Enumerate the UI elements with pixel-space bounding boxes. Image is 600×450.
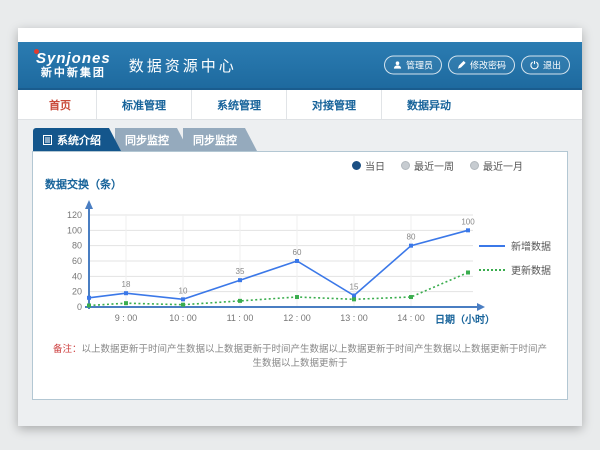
content-area: 系统介绍 同步监控 同步监控 当日 最近一周 最近一月 数据交换（条） 0 20 40 60 8… <box>18 120 582 426</box>
legend-line-sample <box>479 245 505 247</box>
logo-spark-icon <box>34 49 39 54</box>
change-password-button[interactable]: 修改密码 <box>448 56 515 75</box>
logout-button[interactable]: 退出 <box>521 56 570 75</box>
chart-legend: 新增数据更新数据 <box>479 238 551 277</box>
data-point <box>409 244 413 248</box>
time-range-option[interactable]: 当日 <box>352 158 385 173</box>
data-point <box>352 294 356 298</box>
y-tick-label: 20 <box>72 287 82 297</box>
tab[interactable]: 系统介绍 <box>33 128 121 151</box>
data-point <box>466 271 470 275</box>
main-nav: 首页标准管理系统管理对接管理数据异动 <box>18 90 582 120</box>
data-point-label: 60 <box>293 248 302 257</box>
data-point <box>87 303 91 307</box>
data-point-label: 80 <box>407 233 416 242</box>
y-tick-label: 80 <box>72 241 82 251</box>
time-range-option[interactable]: 最近一月 <box>470 158 523 173</box>
legend-line-sample <box>479 269 505 271</box>
nav-item[interactable]: 系统管理 <box>191 90 286 119</box>
radio-icon <box>401 161 410 170</box>
document-icon <box>43 135 52 145</box>
legend-label: 更新数据 <box>511 262 551 277</box>
x-tick-label: 10 : 00 <box>169 313 197 323</box>
data-point-label: 10 <box>179 286 188 295</box>
power-icon <box>530 61 539 70</box>
data-point <box>295 295 299 299</box>
x-axis-title: 日期（小时） <box>435 313 495 326</box>
tab-label: 同步监控 <box>125 132 169 148</box>
y-tick-label: 60 <box>72 256 82 266</box>
data-point <box>238 299 242 303</box>
footnote-prefix: 备注： <box>53 344 82 355</box>
tab-label: 同步监控 <box>193 132 237 148</box>
legend-item[interactable]: 更新数据 <box>479 262 551 277</box>
data-point <box>352 297 356 301</box>
radio-label: 当日 <box>365 158 385 173</box>
data-point <box>238 278 242 282</box>
footnote: 备注：以上数据更新于时间产生数据以上数据更新于时间产生数据以上数据更新于时间产生… <box>33 341 567 369</box>
page-title: 数据资源中心 <box>129 55 237 76</box>
tab-label: 系统介绍 <box>57 132 101 148</box>
user-btn-label: 退出 <box>543 59 561 72</box>
y-axis-arrow-icon <box>85 200 93 209</box>
data-point <box>466 228 470 232</box>
time-range-option[interactable]: 最近一周 <box>401 158 454 173</box>
x-axis-arrow-icon <box>477 303 485 311</box>
data-point-label: 35 <box>236 267 245 276</box>
admin-button[interactable]: 管理员 <box>384 56 442 75</box>
logo-name: Synjones <box>36 51 111 68</box>
app-window: Synjones 新中新集团 数据资源中心 管理员修改密码退出 首页标准管理系统… <box>18 28 582 426</box>
desktop-background: Synjones 新中新集团 数据资源中心 管理员修改密码退出 首页标准管理系统… <box>0 0 600 450</box>
data-point <box>181 303 185 307</box>
user-actions: 管理员 修改密码 退出 <box>384 56 570 75</box>
data-point <box>295 259 299 263</box>
radio-icon <box>470 161 479 170</box>
window-top-strip <box>18 28 582 42</box>
tab[interactable]: 同步监控 <box>115 128 189 151</box>
data-point-label: 15 <box>350 283 359 292</box>
logo-company-name: 新中新集团 <box>36 67 111 79</box>
radio-label: 最近一周 <box>414 158 454 173</box>
x-tick-label: 13 : 00 <box>340 313 368 323</box>
x-tick-label: 11 : 00 <box>227 313 254 323</box>
user-btn-label: 管理员 <box>406 59 433 72</box>
user-icon <box>393 61 402 70</box>
legend-item[interactable]: 新增数据 <box>479 238 551 253</box>
nav-item[interactable]: 数据异动 <box>381 90 476 119</box>
y-tick-label: 120 <box>67 210 82 220</box>
data-point-label: 18 <box>122 280 131 289</box>
data-point <box>124 301 128 305</box>
nav-item[interactable]: 首页 <box>24 90 96 119</box>
data-point <box>409 295 413 299</box>
app-header: Synjones 新中新集团 数据资源中心 管理员 修改密码 退出 <box>18 42 582 90</box>
footnote-text: 以上数据更新于时间产生数据以上数据更新于时间产生数据以上数据更新于时间产生数据以… <box>82 344 548 369</box>
nav-item[interactable]: 标准管理 <box>96 90 191 119</box>
radio-label: 最近一月 <box>483 158 523 173</box>
y-axis-title: 数据交换（条） <box>45 176 122 192</box>
tab-bar: 系统介绍 同步监控 同步监控 <box>33 128 568 151</box>
tab[interactable]: 同步监控 <box>183 128 257 151</box>
y-tick-label: 40 <box>72 271 82 281</box>
data-point <box>181 297 185 301</box>
chart-panel: 当日 最近一周 最近一月 数据交换（条） 0 20 40 60 80 100 120 9 : 00… <box>32 151 568 400</box>
edit-icon <box>457 61 466 70</box>
radio-icon <box>352 161 361 170</box>
y-tick-label: 0 <box>77 302 82 312</box>
user-btn-label: 修改密码 <box>470 59 506 72</box>
company-logo: Synjones 新中新集团 <box>36 51 111 80</box>
x-tick-label: 12 : 00 <box>283 313 311 323</box>
data-point <box>124 291 128 295</box>
legend-label: 新增数据 <box>511 238 551 253</box>
time-range-filter: 当日 最近一周 最近一月 <box>352 158 523 173</box>
x-tick-label: 14 : 00 <box>397 313 425 323</box>
y-tick-label: 100 <box>67 225 82 235</box>
data-point <box>87 296 91 300</box>
nav-item[interactable]: 对接管理 <box>286 90 381 119</box>
x-tick-label: 9 : 00 <box>115 313 138 323</box>
data-point-label: 100 <box>461 217 475 226</box>
